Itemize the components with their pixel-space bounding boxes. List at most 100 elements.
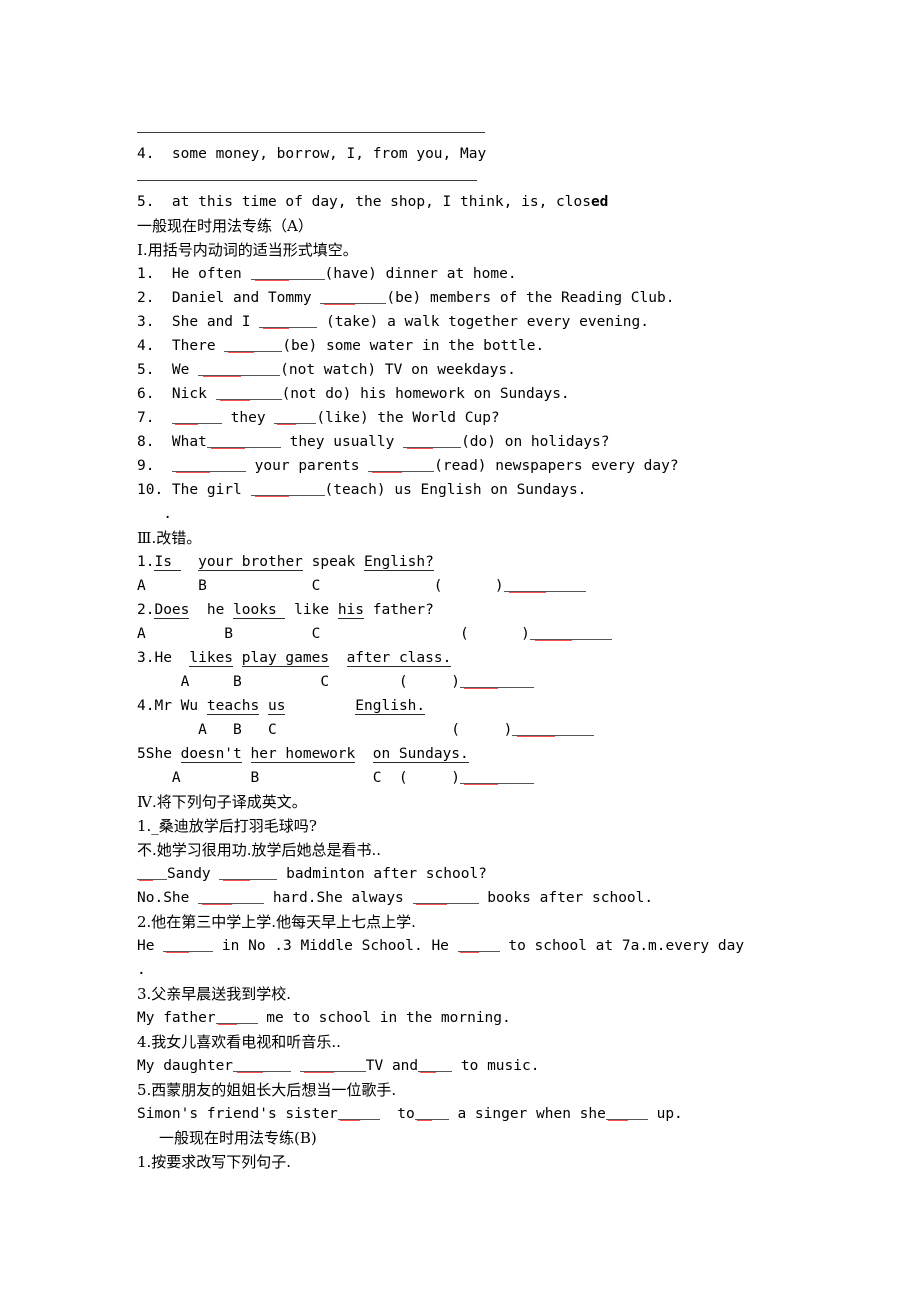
translation-prompt-2: 2.他在第三中学上学.他每天早上七点上学.: [137, 913, 416, 931]
underlined-segment-a: doesn't: [180, 746, 242, 763]
plain-text: [259, 698, 268, 714]
answer-blank[interactable]: [457, 938, 500, 953]
underlined-segment-c: English.: [355, 698, 426, 715]
answer-blank[interactable]: [460, 770, 535, 785]
question-text: (teach) us English on Sundays.: [324, 482, 587, 498]
plain-text: My daughter: [137, 1058, 234, 1074]
answer-blank[interactable]: [503, 578, 586, 593]
plain-text: to music.: [452, 1058, 540, 1074]
answer-blank[interactable]: [320, 290, 387, 305]
worksheet-page: 4. some money, borrow, I, from you, May …: [0, 0, 920, 1302]
answer-blank[interactable]: [171, 458, 246, 473]
plain-text: to school at 7a.m.every day: [499, 938, 745, 954]
item-number: 5: [137, 746, 146, 762]
answer-blank[interactable]: [215, 386, 282, 401]
answer-blank[interactable]: [460, 674, 535, 689]
question-text: (read) newspapers every day?: [434, 458, 679, 474]
plain-text: She: [145, 746, 181, 762]
part-3-heading: Ⅲ.改错。: [137, 529, 202, 547]
underlined-segment-a: teachs: [206, 698, 260, 715]
answer-blank[interactable]: [219, 866, 278, 881]
question-8: 8. What they usually (do) on holidays?: [137, 430, 837, 454]
document-body: 4. some money, borrow, I, from you, May …: [137, 118, 837, 1174]
answer-blank[interactable]: [137, 866, 167, 881]
abc-markers: A B C ( ): [137, 578, 504, 594]
underlined-segment-c: on Sundays.: [372, 746, 469, 763]
section-b-part-1-heading: 1.按要求改写下列句子.: [137, 1153, 292, 1171]
question-9: 9. your parents (read) newspapers every …: [137, 454, 837, 478]
translation-answer-4: My daughter TV and to music.: [137, 1054, 837, 1078]
answer-blank[interactable]: [233, 1058, 292, 1073]
answer-blank[interactable]: [529, 626, 612, 641]
answer-rule-second: [137, 166, 837, 190]
correction-item-1: 1.Is your brother speak English?: [137, 550, 837, 574]
answer-blank[interactable]: [215, 1010, 258, 1025]
answer-blank[interactable]: [259, 314, 318, 329]
answer-blank[interactable]: [299, 1058, 366, 1073]
list-item: 5. at this time of day, the shop, I thin…: [137, 190, 837, 214]
question-number: 2.: [137, 290, 155, 306]
abc-markers: A B C ( ): [137, 674, 461, 690]
answer-blank[interactable]: [418, 1058, 453, 1073]
question-text: [154, 410, 171, 426]
question-text: She and I: [154, 314, 260, 330]
answer-blank[interactable]: [198, 890, 265, 905]
question-number: 10.: [137, 482, 164, 498]
answer-blank[interactable]: [274, 410, 317, 425]
question-text: There: [154, 338, 225, 354]
answer-blank[interactable]: [412, 890, 479, 905]
plain-text: speak: [302, 554, 365, 570]
answer-blank[interactable]: [163, 938, 214, 953]
answer-blank[interactable]: [206, 434, 281, 449]
answer-blank[interactable]: [171, 410, 222, 425]
stray-dot: .: [137, 506, 172, 522]
question-7: 7. they (like) the World Cup?: [137, 406, 837, 430]
question-2: 2. Daniel and Tommy (be) members of the …: [137, 286, 837, 310]
question-text: Daniel and Tommy: [154, 290, 321, 306]
part-4-heading: Ⅳ.将下列句子译成英文。: [137, 793, 307, 811]
correction-markers-2: A B C ( ): [137, 622, 837, 646]
question-4: 4. There (be) some water in the bottle.: [137, 334, 837, 358]
translation-overflow-period: .: [137, 962, 146, 978]
plain-text: My father: [137, 1010, 216, 1026]
question-text: (have) dinner at home.: [324, 266, 517, 282]
question-text: What: [154, 434, 207, 450]
answer-blank[interactable]: [250, 482, 325, 497]
answer-blank[interactable]: [368, 458, 435, 473]
abc-markers: A B C ( ): [137, 722, 513, 738]
answer-blank[interactable]: [605, 1106, 648, 1121]
question-text: [154, 458, 171, 474]
underlined-segment-b: your brother: [198, 554, 303, 571]
question-text: (not watch) TV on weekdays.: [280, 362, 516, 378]
answer-blank[interactable]: [512, 722, 595, 737]
translation-answer-1a: Sandy badminton after school?: [137, 862, 837, 886]
question-1: 1. He often (have) dinner at home.: [137, 262, 837, 286]
question-text: they: [221, 410, 275, 426]
correction-markers-4: A B C ( ): [137, 718, 837, 742]
question-text: (do) on holidays?: [461, 434, 610, 450]
question-text: your parents: [245, 458, 369, 474]
plain-text: Mr Wu: [154, 698, 207, 714]
plain-text: [329, 650, 346, 666]
question-number: 8.: [137, 434, 155, 450]
underlined-segment-c: English?: [364, 554, 434, 571]
answer-blank[interactable]: [337, 1106, 380, 1121]
question-text: (take) a walk together every evening.: [317, 314, 649, 330]
section-a-heading: 一般现在时用法专练（A）: [137, 217, 313, 235]
answer-blank[interactable]: [250, 266, 325, 281]
answer-blank[interactable]: [414, 1106, 449, 1121]
question-text: The girl: [163, 482, 251, 498]
question-number: 1.: [137, 266, 155, 282]
answer-blank[interactable]: [198, 362, 281, 377]
question-6: 6. Nick (not do) his homework on Sundays…: [137, 382, 837, 406]
plain-text: TV and: [365, 1058, 419, 1074]
list-item: 4. some money, borrow, I, from you, May: [137, 146, 487, 162]
plain-text: in No .3 Middle School. He: [213, 938, 458, 954]
plain-text: [355, 746, 372, 762]
answer-blank[interactable]: [224, 338, 283, 353]
answer-blank[interactable]: [403, 434, 462, 449]
translation-prompt-5: 5.西蒙朋友的姐姐长大后想当一位歌手.: [137, 1081, 397, 1099]
item-number: 4.: [137, 698, 155, 714]
translation-answer-2: He in No .3 Middle School. He to school …: [137, 934, 837, 958]
question-text: (be) members of the Reading Club.: [386, 290, 675, 306]
